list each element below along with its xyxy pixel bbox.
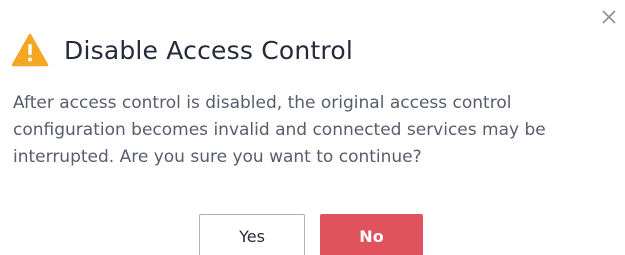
no-button[interactable]: No: [320, 214, 423, 255]
dialog-title: Disable Access Control: [64, 35, 353, 65]
close-icon[interactable]: [599, 7, 619, 27]
dialog-header: Disable Access Control: [11, 30, 353, 70]
yes-button[interactable]: Yes: [199, 214, 305, 255]
dialog-message: After access control is disabled, the or…: [13, 93, 546, 167]
confirm-dialog: Disable Access Control After access cont…: [0, 0, 625, 255]
close-button[interactable]: [599, 7, 619, 27]
warning-icon: [11, 33, 49, 67]
